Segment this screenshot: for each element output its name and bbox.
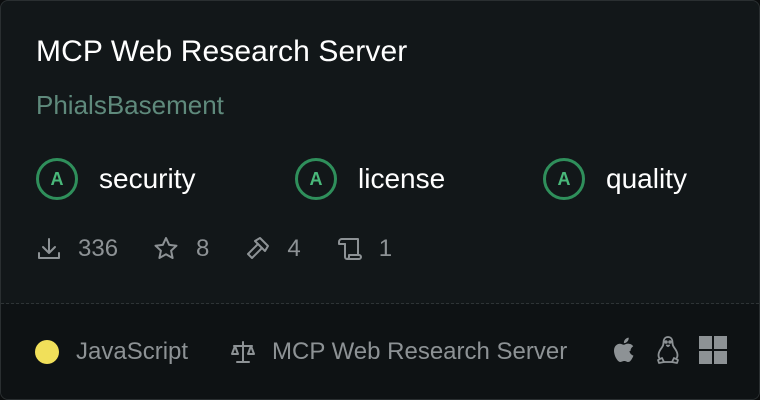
grade-security-letter: A xyxy=(36,158,78,200)
scrolls-stat: 1 xyxy=(335,235,392,263)
server-card[interactable]: MCP Web Research Server PhialsBasement A… xyxy=(0,0,760,400)
grade-badges: A security A license A quality xyxy=(36,155,736,203)
author-name[interactable]: PhialsBasement xyxy=(36,90,224,121)
downloads-stat: 336 xyxy=(36,235,118,263)
language-color-dot xyxy=(35,340,59,364)
download-icon xyxy=(36,236,62,262)
grade-security-label: security xyxy=(99,163,196,194)
stats-row: 336 8 4 1 xyxy=(36,233,426,265)
grade-license-letter: A xyxy=(295,158,337,200)
apple-icon xyxy=(611,335,639,370)
grade-security[interactable]: A security xyxy=(36,155,195,203)
grade-quality[interactable]: A quality xyxy=(543,155,687,203)
hammer-icon xyxy=(243,235,271,263)
language-name: JavaScript xyxy=(76,338,189,365)
grade-license-label: license xyxy=(358,163,446,194)
scrolls-count: 1 xyxy=(378,235,393,262)
grade-license[interactable]: A license xyxy=(295,155,445,203)
star-icon xyxy=(152,235,180,263)
scroll-icon xyxy=(335,235,363,263)
tools-stat: 4 xyxy=(243,235,301,263)
windows-icon xyxy=(698,335,728,370)
stars-stat: 8 xyxy=(152,235,209,263)
linux-icon xyxy=(654,335,682,370)
grade-quality-label: quality xyxy=(606,163,687,194)
server-title[interactable]: MCP Web Research Server xyxy=(36,35,407,69)
scale-icon xyxy=(229,338,257,371)
grade-quality-letter: A xyxy=(543,158,585,200)
tools-count: 4 xyxy=(287,235,301,262)
license-name: MCP Web Research Server xyxy=(272,338,568,365)
stars-count: 8 xyxy=(196,235,210,262)
downloads-count: 336 xyxy=(78,235,119,262)
